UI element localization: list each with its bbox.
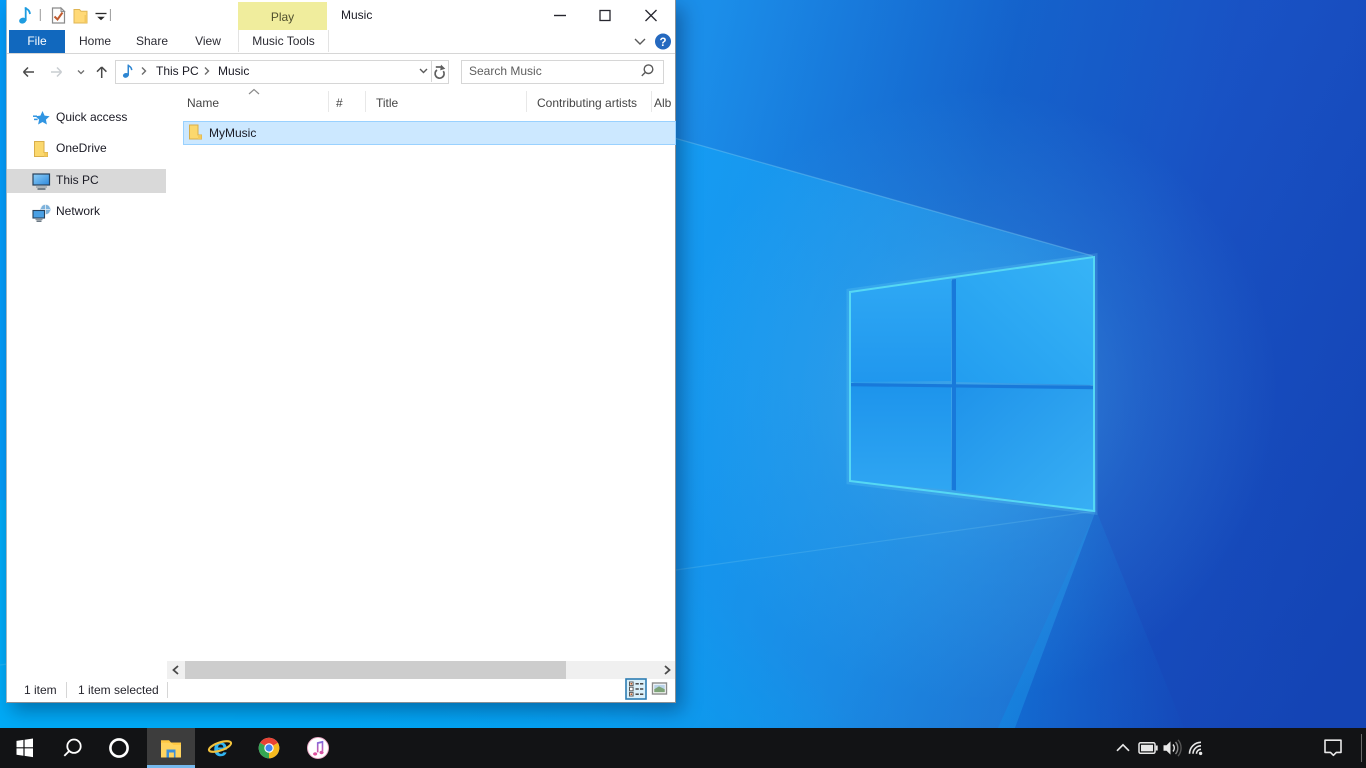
svg-text:Music: Music — [218, 64, 249, 78]
svg-text:e: e — [213, 732, 227, 762]
svg-text:This PC: This PC — [156, 64, 199, 78]
svg-text:?: ? — [659, 37, 666, 49]
